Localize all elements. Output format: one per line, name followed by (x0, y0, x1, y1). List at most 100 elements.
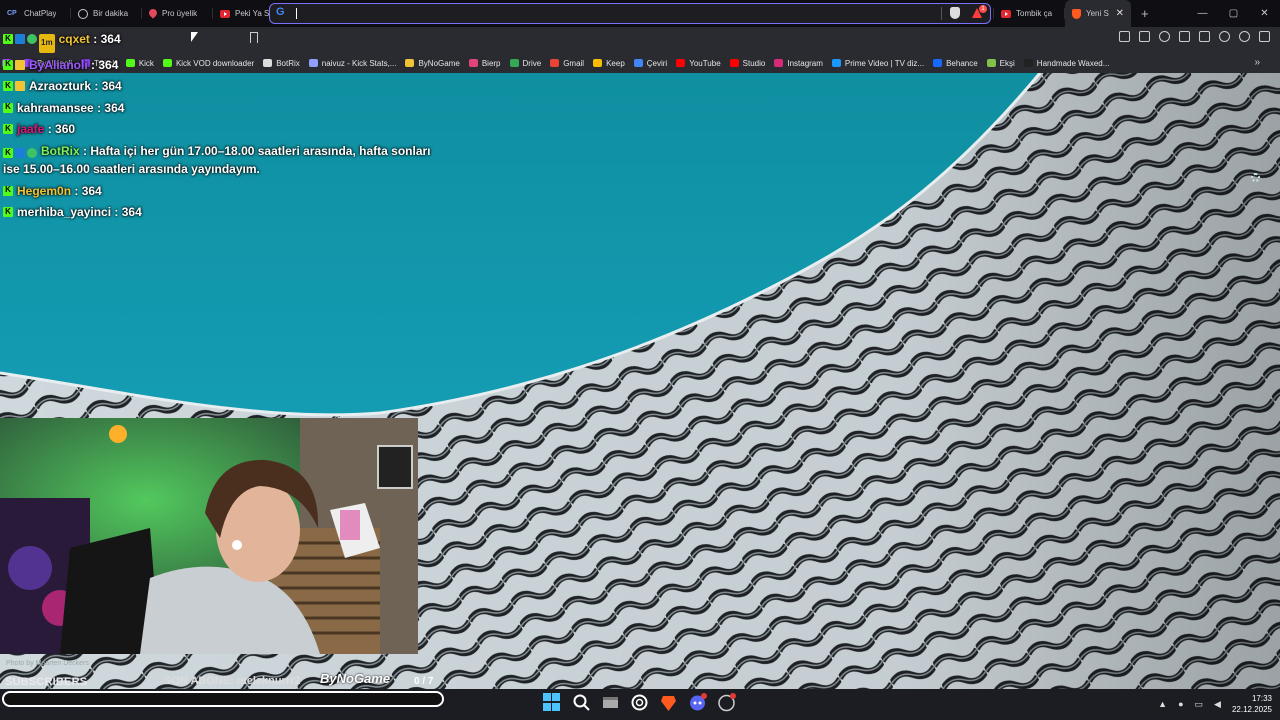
bierp-icon (468, 59, 478, 67)
chat-message: K Azraozturk : 364 (3, 77, 443, 96)
steam-icon[interactable] (717, 693, 736, 712)
eksi-icon (986, 59, 996, 67)
bookmark-label: YouTube (689, 58, 721, 68)
bookmark-16[interactable]: Prime Video | TV diz... (831, 58, 925, 68)
bookmark-9[interactable]: Drive (509, 58, 542, 68)
tab-2[interactable]: Pro üyelik (142, 0, 213, 27)
subscriber-badge-icon (15, 147, 25, 158)
gmail-icon (550, 59, 560, 67)
tab-label: Pro üyelik (162, 9, 198, 18)
toolbar-icons (1119, 31, 1270, 42)
sidebar-icon[interactable] (1179, 31, 1190, 42)
verified-badge-icon (27, 34, 37, 44)
chat-username: kahramansee (17, 100, 94, 115)
chevron-up-icon[interactable]: ▲ (1158, 699, 1167, 709)
translate-icon (633, 59, 643, 67)
subscribers-label: SUBSCRIBERS (5, 676, 88, 688)
menu-icon[interactable] (1259, 31, 1270, 42)
bookmark-14[interactable]: Studio (729, 58, 766, 68)
vpn-icon[interactable] (1239, 31, 1250, 42)
windows-start-icon[interactable] (543, 693, 562, 712)
subscriber-badge-icon (15, 34, 25, 44)
gift-badge-icon (15, 59, 25, 70)
bookmark-18[interactable]: Ekşi (986, 59, 1015, 68)
bookmark-10[interactable]: Gmail (550, 59, 584, 68)
chat-username: jaafe (17, 122, 45, 136)
chat-text: : 360 (44, 122, 76, 136)
subscriber-goal-counter: 0 / 7 (414, 676, 434, 687)
bookmark-label: Drive (522, 58, 542, 68)
chat-username: merhiba_yayinci (17, 205, 112, 219)
subscriber-goal-progress-bar (2, 691, 444, 707)
photo-credit: Photo by Maarten Deckers (6, 660, 89, 667)
volume-icon[interactable]: ◀ (1214, 699, 1221, 710)
bookmark-label: Studio (742, 58, 766, 68)
chatgpt-icon[interactable] (630, 693, 649, 712)
bookmark-label: Prime Video | TV diz... (844, 58, 925, 68)
kick-badge-icon: K (3, 81, 13, 91)
clock-date: 22.12.2025 (1231, 705, 1272, 714)
microphone-icon[interactable]: ● (1178, 699, 1183, 709)
chat-username: Hegem0n (17, 183, 72, 198)
close-window-button[interactable]: ✕ (1249, 0, 1280, 27)
bookmark-19[interactable]: Handmade Waxed... (1023, 58, 1110, 68)
bookmark-label: Keep (606, 58, 625, 68)
customize-gear-icon[interactable] (1251, 173, 1260, 182)
wallet-icon[interactable] (1199, 31, 1210, 42)
minimize-button[interactable]: — (1187, 0, 1218, 27)
bookmark-11[interactable]: Keep (593, 59, 625, 68)
gift-badge-icon (15, 81, 25, 91)
bookmark-13[interactable]: YouTube (676, 58, 721, 68)
bookmark-17[interactable]: Behance (933, 59, 978, 68)
chat-message: K ByAlianoli : 364 (3, 56, 443, 75)
clock-icon (78, 8, 88, 19)
chatplay-icon: CP (7, 9, 17, 17)
address-bar[interactable]: G 1 (269, 3, 991, 24)
taskbar-clock[interactable]: 17:33 22.12.2025 (1232, 693, 1272, 715)
extensions-icon[interactable] (1119, 31, 1130, 42)
chat-username: Azraozturk (29, 79, 92, 93)
tab-1[interactable]: Bir dakika (71, 0, 142, 27)
chat-badges: K 1m (3, 30, 55, 53)
tier-badge-icon: 1m (39, 34, 55, 53)
kick-badge-icon: K (3, 34, 13, 44)
tab-14[interactable]: Tombik ça (994, 0, 1065, 27)
chat-username: cqxet (58, 32, 90, 46)
bookmark-15[interactable]: Instagram (774, 59, 823, 68)
behance-icon (933, 59, 943, 67)
tab-0[interactable]: CP ChatPlay (0, 0, 71, 27)
drive-icon (509, 59, 519, 67)
leo-ai-icon[interactable] (1219, 31, 1230, 42)
kick-badge-icon: K (3, 124, 13, 134)
bookmark-12[interactable]: Çeviri (633, 59, 667, 68)
tab-active[interactable]: Yeni S ✕ (1065, 0, 1131, 27)
chat-message: Kjaafe : 360 (3, 120, 443, 139)
search-icon[interactable] (572, 693, 591, 712)
bookmark-label: Handmade Waxed... (1036, 58, 1110, 68)
prime-video-icon (831, 59, 841, 67)
last-subscriber-label: SON ABONE: meleknurrr2 (164, 675, 301, 687)
chat-text: : 364 (91, 79, 122, 93)
system-tray: ▲ ● ▭ ◀ 17:33 22.12.2025 (1158, 693, 1272, 715)
address-divider (941, 7, 942, 20)
brave-icon[interactable] (659, 693, 678, 712)
youtube-studio-icon (729, 59, 739, 67)
new-tab-button[interactable]: + (1131, 6, 1159, 21)
media-icon[interactable] (1159, 31, 1170, 42)
wax-icon (1023, 59, 1033, 67)
streamer-webcam-image (0, 418, 418, 654)
bookmark-label: Bierp (481, 58, 501, 68)
bookmark-8[interactable]: Bierp (468, 58, 501, 68)
kick-badge-icon: K (3, 148, 13, 158)
display-icon[interactable]: ▭ (1195, 699, 1204, 710)
screenshot-icon[interactable] (1139, 31, 1150, 42)
maximize-button[interactable]: ▢ (1218, 0, 1249, 27)
file-explorer-icon[interactable] (601, 693, 620, 712)
bynogame-logo: ByNoGame (320, 671, 391, 686)
tab-label: Bir dakika (93, 9, 129, 18)
bookmarks-overflow-icon[interactable]: » (1254, 57, 1260, 68)
discord-icon[interactable] (688, 693, 707, 712)
close-tab-icon[interactable]: ✕ (1116, 8, 1124, 19)
brave-shield-icon[interactable] (950, 7, 960, 19)
kick-badge-icon: K (3, 59, 13, 70)
